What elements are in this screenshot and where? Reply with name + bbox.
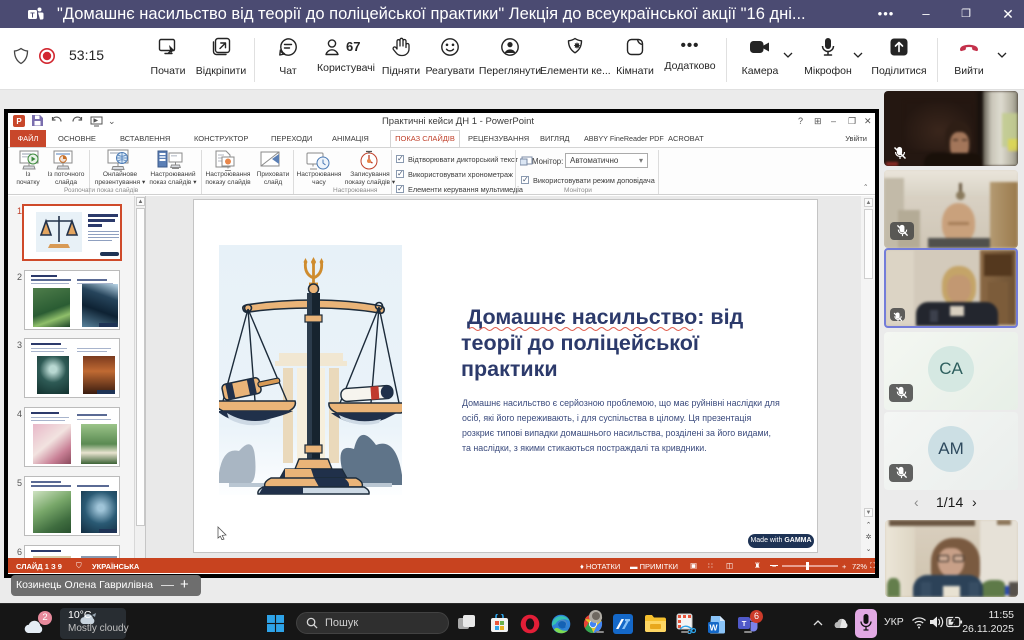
svg-text:W: W <box>709 623 718 633</box>
svg-text:P: P <box>16 117 22 126</box>
svg-text:T: T <box>30 13 35 20</box>
svg-text:T: T <box>742 619 747 628</box>
